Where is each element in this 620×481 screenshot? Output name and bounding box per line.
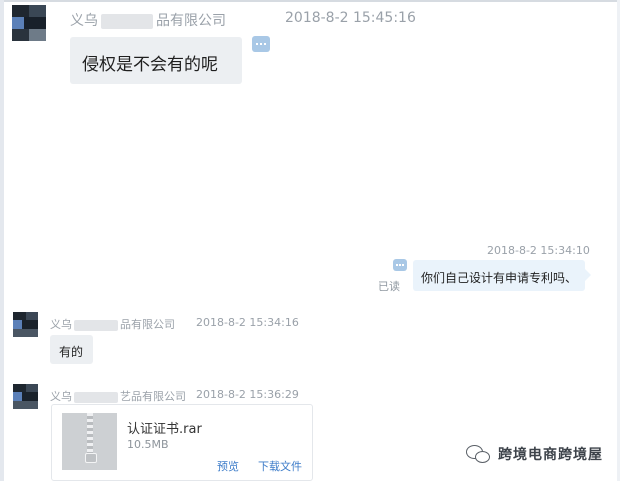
avatar[interactable]	[13, 312, 38, 337]
message-timestamp: 2018-8-2 15:36:29	[196, 388, 299, 401]
sender-name: 义乌 品有限公司	[50, 318, 175, 331]
zip-archive-icon	[62, 413, 117, 470]
file-attachment-card[interactable]: 认证证书.rar 10.5MB 预览 下载文件	[51, 404, 313, 481]
wechat-icon	[466, 443, 492, 465]
download-file-link[interactable]: 下载文件	[258, 458, 302, 474]
file-name: 认证证书.rar	[127, 422, 202, 437]
message-text: 侵权是不会有的呢	[82, 55, 218, 75]
sender-name: 义乌 艺品有限公司	[50, 390, 186, 403]
window-top-border	[0, 0, 620, 2]
preview-link[interactable]: 预览	[217, 458, 239, 474]
more-options-icon[interactable]	[252, 36, 270, 52]
message-bubble[interactable]: 你们自己设计有申请专利吗、	[413, 260, 591, 291]
read-status: 已读	[378, 280, 400, 293]
sender-name: 义乌 品有限公司	[70, 13, 226, 29]
message-bubble[interactable]: 侵权是不会有的呢	[70, 37, 242, 84]
message-bubble[interactable]: 有的	[50, 335, 93, 364]
message-timestamp: 2018-8-2 15:34:10	[487, 244, 590, 257]
redacted-text	[74, 391, 118, 403]
bubble-tail	[585, 269, 591, 281]
redacted-text	[74, 319, 118, 331]
message-text: 你们自己设计有申请专利吗、	[421, 271, 578, 285]
avatar[interactable]	[12, 5, 46, 41]
watermark-text: 跨境电商跨境屋	[498, 447, 603, 463]
message-timestamp: 2018-8-2 15:45:16	[285, 10, 416, 26]
chat-window: 义乌 品有限公司 2018-8-2 15:45:16 侵权是不会有的呢 2018-…	[0, 0, 620, 481]
message-timestamp: 2018-8-2 15:34:16	[196, 316, 299, 329]
avatar[interactable]	[13, 384, 38, 409]
file-size: 10.5MB	[127, 438, 169, 451]
more-options-icon[interactable]	[393, 259, 407, 271]
message-text: 有的	[59, 345, 84, 359]
watermark: 跨境电商跨境屋	[466, 440, 603, 468]
window-left-edge	[0, 0, 4, 481]
redacted-text	[101, 13, 153, 29]
